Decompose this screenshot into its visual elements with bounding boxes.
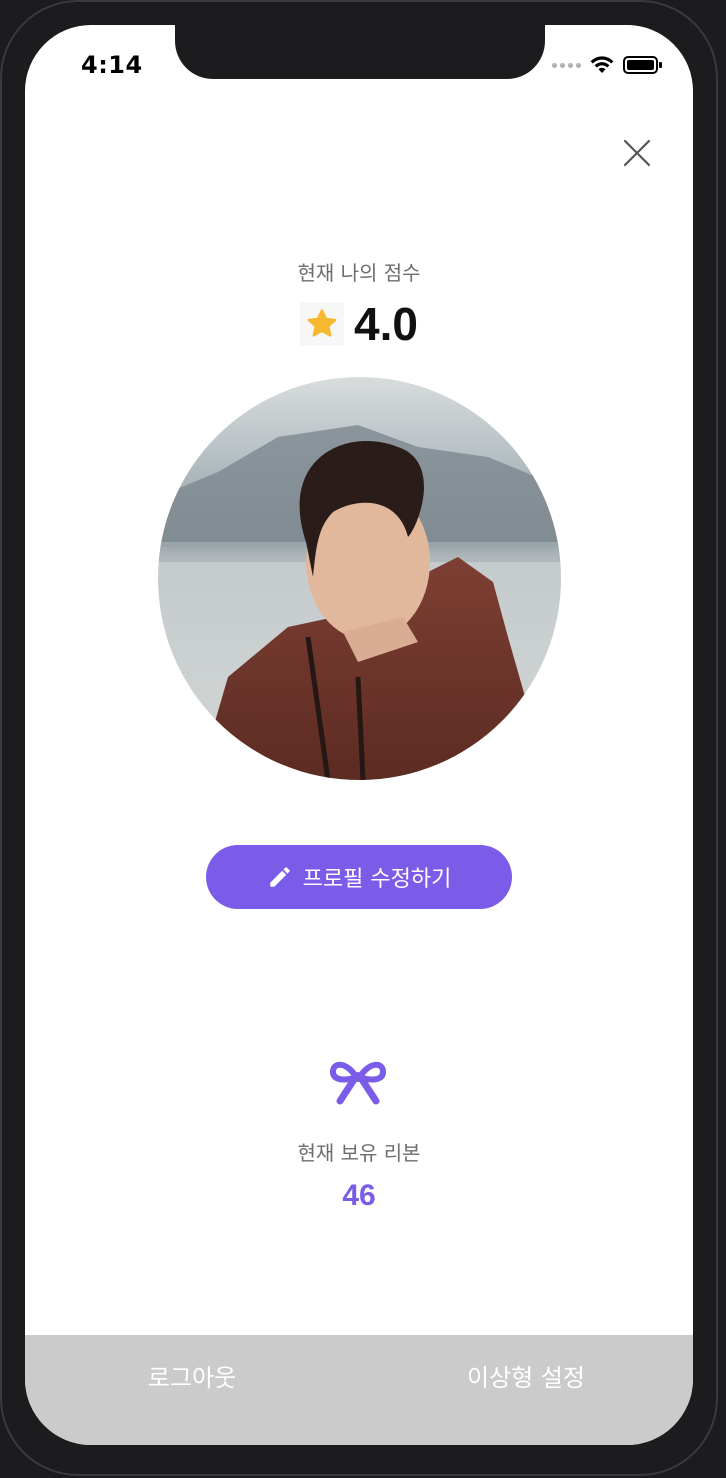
ideal-type-settings-button[interactable]: 이상형 설정 xyxy=(359,1335,693,1415)
cellular-signal-icon xyxy=(552,62,581,68)
pencil-icon xyxy=(269,867,290,887)
star-icon-container xyxy=(300,302,345,346)
edit-profile-label: 프로필 수정하기 xyxy=(302,867,452,892)
status-time: 4:14 xyxy=(81,51,143,79)
ribbon-icon xyxy=(328,1059,388,1109)
device-notch xyxy=(175,25,545,79)
score-value: 4.0 xyxy=(354,298,418,350)
status-indicators xyxy=(552,55,663,75)
battery-icon xyxy=(623,56,662,74)
profile-photo xyxy=(158,377,561,780)
star-icon xyxy=(307,309,337,337)
ribbon-count: 46 xyxy=(342,1179,376,1212)
bottom-bar: 로그아웃 이상형 설정 xyxy=(25,1335,693,1445)
close-button[interactable] xyxy=(621,137,653,169)
logout-button[interactable]: 로그아웃 xyxy=(25,1335,359,1415)
close-icon xyxy=(623,139,651,167)
app-screen: 4:14 현재 나의 점수 4.0 프로필 수정하기 현재 보유 리본 46 로… xyxy=(25,25,693,1445)
phone-frame: 4:14 현재 나의 점수 4.0 프로필 수정하기 현재 보유 리본 46 로… xyxy=(0,0,726,1478)
edit-profile-button[interactable]: 프로필 수정하기 xyxy=(206,845,512,909)
ribbon-label: 현재 보유 리본 xyxy=(297,1141,421,1165)
score-display: 4.0 xyxy=(25,297,693,351)
wifi-icon xyxy=(590,56,614,73)
score-label: 현재 나의 점수 xyxy=(297,261,421,285)
